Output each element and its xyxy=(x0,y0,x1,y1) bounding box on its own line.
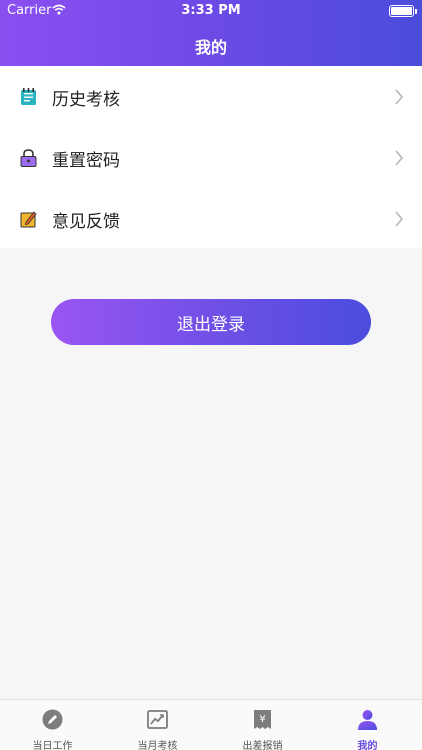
receipt-icon: ¥ xyxy=(254,710,271,729)
notebook-icon xyxy=(21,88,36,105)
tab-bar: 当日工作 当月考核 ¥ 出差报销 我的 xyxy=(0,699,422,750)
tab-label: 当日工作 xyxy=(32,741,73,750)
user-icon xyxy=(358,710,377,730)
battery-icon xyxy=(389,5,417,17)
logout-container: 退出登录 xyxy=(51,299,371,345)
tab-label: 我的 xyxy=(357,741,378,750)
menu-item-label: 历史考核 xyxy=(52,90,120,110)
menu-item-feedback[interactable]: 意见反馈 xyxy=(0,188,422,249)
tab-label: 出差报销 xyxy=(242,741,283,750)
chart-icon xyxy=(147,710,168,729)
chevron-right-icon xyxy=(395,89,404,105)
status-time: 3:33 PM xyxy=(181,3,241,18)
edit-note-icon xyxy=(20,211,37,228)
chevron-right-icon xyxy=(395,211,404,227)
tab-profile[interactable]: 我的 xyxy=(315,700,420,750)
svg-text:¥: ¥ xyxy=(259,714,265,725)
menu-item-history[interactable]: 历史考核 xyxy=(0,66,422,127)
lock-icon xyxy=(20,149,37,167)
settings-menu: 历史考核 重置密码 意见反馈 xyxy=(0,66,422,248)
tab-monthly-review[interactable]: 当月考核 xyxy=(105,700,210,750)
app-header: Carrier 3:33 PM 我的 xyxy=(0,0,422,66)
logout-button[interactable]: 退出登录 xyxy=(51,299,371,345)
tab-daily-work[interactable]: 当日工作 xyxy=(0,700,105,750)
page-title: 我的 xyxy=(194,38,227,57)
tab-label: 当月考核 xyxy=(137,741,178,750)
tab-travel-reimbursement[interactable]: ¥ 出差报销 xyxy=(210,700,315,750)
menu-item-reset-password[interactable]: 重置密码 xyxy=(0,127,422,188)
chevron-right-icon xyxy=(395,150,404,166)
menu-item-label: 意见反馈 xyxy=(52,212,120,232)
status-bar: Carrier 3:33 PM xyxy=(0,0,422,22)
menu-item-label: 重置密码 xyxy=(52,151,120,171)
pencil-icon xyxy=(42,709,63,730)
